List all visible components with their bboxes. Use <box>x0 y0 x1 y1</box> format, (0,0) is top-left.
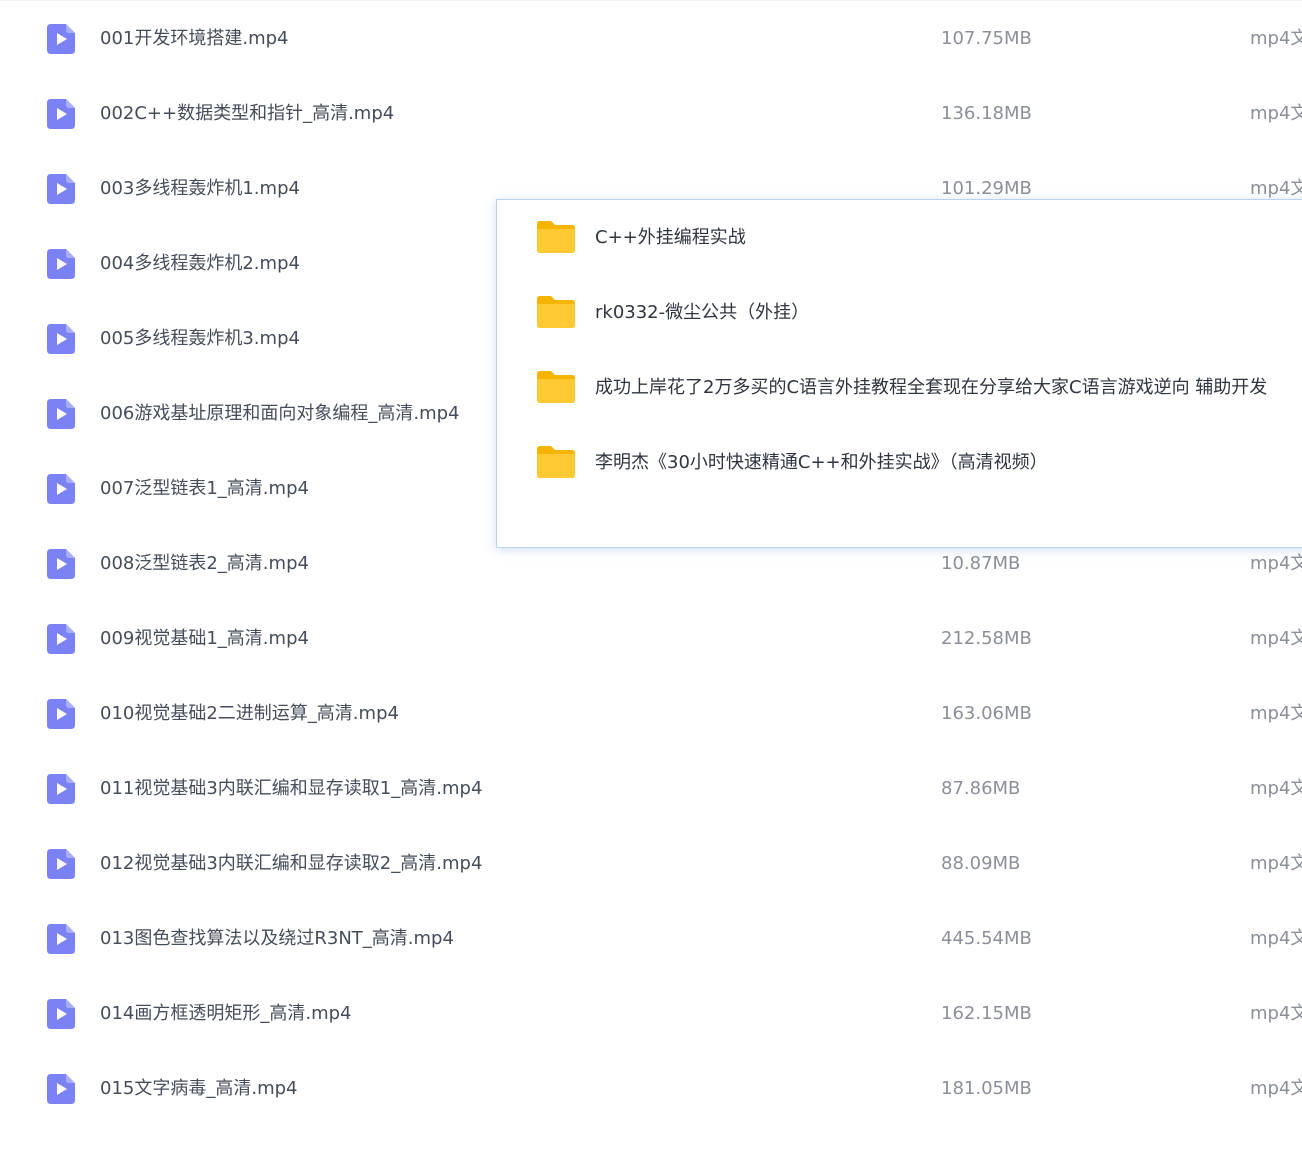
file-size: 88.09MB <box>941 853 1021 874</box>
file-type: mp4文 <box>1250 1003 1302 1024</box>
file-type: mp4文 <box>1250 178 1302 199</box>
video-file-icon <box>47 474 75 504</box>
file-name: 005多线程轰炸机3.mp4 <box>100 328 300 349</box>
file-name: 001开发环境搭建.mp4 <box>100 28 289 49</box>
folder-item[interactable]: 李明杰《30小时快速精通C++和外挂实战》（高清视频） <box>497 446 1302 523</box>
file-row[interactable]: 015文字病毒_高清.mp4 181.05MB mp4文 <box>0 1074 1302 1164</box>
folder-dropdown-popup: C++外挂编程实战 rk0332-微尘公共（外挂） 成功上岸花了2万多买的C语言外挂… <box>496 199 1302 548</box>
file-name: 008泛型链表2_高清.mp4 <box>100 553 309 574</box>
file-type: mp4文 <box>1250 778 1302 799</box>
video-file-icon <box>47 774 75 804</box>
file-name: 002C++数据类型和指针_高清.mp4 <box>100 103 395 124</box>
file-size: 10.87MB <box>941 553 1021 574</box>
folder-item[interactable]: 成功上岸花了2万多买的C语言外挂教程全套现在分享给大家C语言游戏逆向 辅助开发 <box>497 371 1302 448</box>
folder-icon <box>537 371 575 403</box>
file-name: 013图色查找算法以及绕过R3NT_高清.mp4 <box>100 928 454 949</box>
folder-icon <box>537 446 575 478</box>
file-name: 006游戏基址原理和面向对象编程_高清.mp4 <box>100 403 460 424</box>
file-size: 212.58MB <box>941 628 1032 649</box>
video-file-icon <box>47 849 75 879</box>
file-type: mp4文 <box>1250 1078 1302 1099</box>
file-size: 162.15MB <box>941 1003 1032 1024</box>
file-type: mp4文 <box>1250 853 1302 874</box>
video-file-icon <box>47 699 75 729</box>
video-file-icon <box>47 549 75 579</box>
video-file-icon <box>47 99 75 129</box>
folder-name: 李明杰《30小时快速精通C++和外挂实战》（高清视频） <box>595 452 1048 473</box>
folder-item[interactable]: C++外挂编程实战 <box>497 221 1302 298</box>
file-size: 101.29MB <box>941 178 1032 199</box>
file-type: mp4文 <box>1250 703 1302 724</box>
file-type: mp4文 <box>1250 628 1302 649</box>
video-file-icon <box>47 399 75 429</box>
folder-name: C++外挂编程实战 <box>595 227 746 248</box>
video-file-icon <box>47 999 75 1029</box>
file-type: mp4文 <box>1250 28 1302 49</box>
file-list: 001开发环境搭建.mp4 107.75MB mp4文 002C++数据类型和指针_高… <box>0 0 1302 1117</box>
file-name: 009视觉基础1_高清.mp4 <box>100 628 309 649</box>
file-size: 87.86MB <box>941 778 1021 799</box>
file-name: 004多线程轰炸机2.mp4 <box>100 253 300 274</box>
video-file-icon <box>47 24 75 54</box>
video-file-icon <box>47 624 75 654</box>
file-size: 136.18MB <box>941 103 1032 124</box>
folder-name: 成功上岸花了2万多买的C语言外挂教程全套现在分享给大家C语言游戏逆向 辅助开发 <box>595 377 1268 398</box>
file-name: 012视觉基础3内联汇编和显存读取2_高清.mp4 <box>100 853 483 874</box>
file-name: 014画方框透明矩形_高清.mp4 <box>100 1003 352 1024</box>
folder-name: rk0332-微尘公共（外挂） <box>595 302 810 323</box>
folder-item[interactable]: rk0332-微尘公共（外挂） <box>497 296 1302 373</box>
file-name: 015文字病毒_高清.mp4 <box>100 1078 298 1099</box>
folder-icon <box>537 296 575 328</box>
file-name: 003多线程轰炸机1.mp4 <box>100 178 300 199</box>
file-type: mp4文 <box>1250 553 1302 574</box>
video-file-icon <box>47 249 75 279</box>
file-name: 010视觉基础2二进制运算_高清.mp4 <box>100 703 399 724</box>
video-file-icon <box>47 324 75 354</box>
file-size: 445.54MB <box>941 928 1032 949</box>
video-file-icon <box>47 174 75 204</box>
file-type: mp4文 <box>1250 928 1302 949</box>
file-type: mp4文 <box>1250 103 1302 124</box>
folder-icon <box>537 221 575 253</box>
video-file-icon <box>47 924 75 954</box>
file-size: 163.06MB <box>941 703 1032 724</box>
file-name: 007泛型链表1_高清.mp4 <box>100 478 309 499</box>
file-name: 011视觉基础3内联汇编和显存读取1_高清.mp4 <box>100 778 483 799</box>
file-size: 181.05MB <box>941 1078 1032 1099</box>
video-file-icon <box>47 1074 75 1104</box>
file-size: 107.75MB <box>941 28 1032 49</box>
